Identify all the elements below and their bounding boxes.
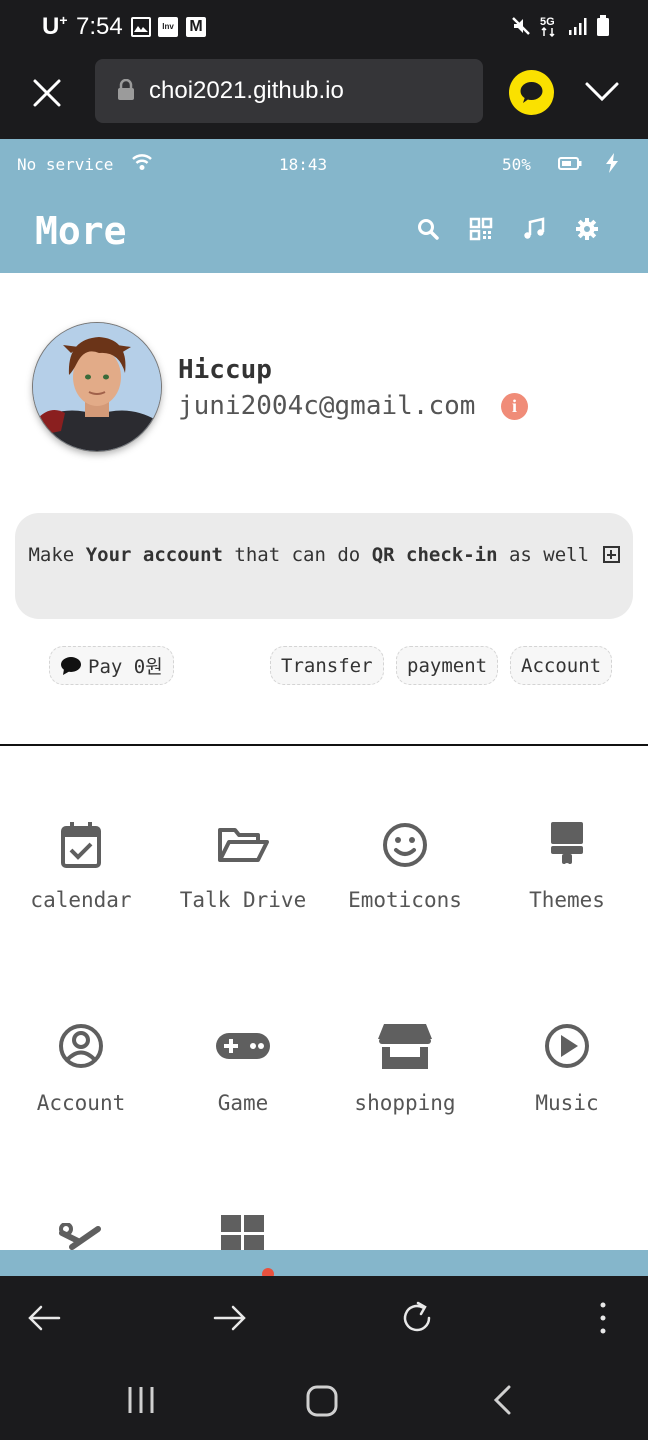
calendar-check-icon [61, 822, 101, 868]
pay-balance: Pay 0원 [88, 656, 163, 678]
notification-dot [262, 1268, 274, 1276]
browser-toolbar [0, 1276, 648, 1359]
page-clock: 18:43 [279, 155, 328, 174]
banner-bold-text: QR check-in [371, 544, 498, 566]
avatar[interactable] [33, 323, 161, 451]
qr-checkin-banner[interactable]: Make Your account that can do QR check-i… [15, 513, 633, 619]
back-icon[interactable] [490, 1384, 514, 1416]
menu-item-label: Themes [529, 888, 605, 912]
banner-text: that can do [222, 544, 372, 566]
lock-icon [118, 79, 134, 100]
inv-notification-icon: Inv [158, 17, 178, 37]
menu-item-game[interactable]: Game [162, 1015, 324, 1125]
music-note-icon[interactable] [522, 217, 546, 241]
system-clock: 7:54 [76, 13, 123, 40]
folder-open-icon [218, 828, 269, 862]
more-options-icon[interactable] [594, 1300, 612, 1336]
paint-brush-icon [551, 822, 583, 869]
kakaotalk-icon[interactable] [509, 70, 554, 115]
payment-label: payment [407, 654, 488, 677]
banner-text: Make [28, 544, 86, 566]
forward-arrow-icon[interactable] [212, 1300, 248, 1336]
svg-text:5G: 5G [540, 16, 555, 28]
transfer-label: Transfer [281, 654, 373, 677]
payment-chip[interactable]: payment [396, 646, 499, 685]
plus-square-icon[interactable] [602, 546, 620, 563]
battery-icon [558, 157, 582, 170]
browser-url-bar: choi2021.github.io [0, 56, 648, 139]
web-page: No service 18:43 50% More Hiccup juni200… [0, 139, 648, 1276]
mute-icon [512, 17, 530, 35]
gallery-notification-icon [131, 17, 151, 37]
menu-item-shopping[interactable]: shopping [324, 1015, 486, 1125]
menu-item-label: Account [36, 1091, 126, 1115]
close-icon[interactable] [30, 76, 64, 110]
menu-item-calendar[interactable]: calendar [0, 812, 162, 922]
settings-gear-icon[interactable] [575, 217, 599, 241]
network-status: No service [17, 155, 114, 174]
gamepad-icon [216, 1033, 270, 1059]
gmail-notification-icon: M [186, 17, 206, 37]
user-circle-icon [59, 1024, 103, 1068]
account-chip[interactable]: Account [510, 646, 613, 685]
pay-chip[interactable]: Pay 0원 [49, 646, 174, 685]
page-status-bar: No service 18:43 50% [0, 139, 648, 189]
android-nav-bar [0, 1359, 648, 1440]
system-status-bar: U+ 7:54 Inv M 5G [0, 0, 648, 56]
page-header: More [0, 189, 648, 273]
banner-bold-text: Your account [85, 544, 223, 566]
info-icon[interactable]: i [501, 393, 528, 420]
account-label: Account [521, 654, 602, 677]
wifi-icon [132, 154, 152, 170]
search-icon[interactable] [416, 217, 440, 241]
battery-icon [597, 15, 609, 36]
menu-item-label: Game [217, 1091, 269, 1115]
store-icon [378, 1024, 432, 1069]
qr-code-icon[interactable] [469, 217, 493, 241]
profile-name: Hiccup [178, 355, 272, 385]
page-tab-bar [0, 1250, 648, 1276]
signal-icon [569, 18, 587, 35]
back-arrow-icon[interactable] [26, 1300, 62, 1336]
menu-item-label: calendar [30, 888, 132, 912]
refresh-icon[interactable] [399, 1300, 435, 1336]
menu-item-emoticons[interactable]: Emoticons [324, 812, 486, 922]
chevron-down-icon[interactable] [584, 80, 620, 104]
menu-item-label: Talk Drive [179, 888, 307, 912]
profile-email: juni2004c@gmail.com [178, 391, 476, 421]
smile-icon [383, 823, 427, 867]
carrier-label: U+ [42, 12, 68, 40]
charging-bolt-icon [606, 153, 618, 173]
menu-item-account[interactable]: Account [0, 1015, 162, 1125]
scissors-icon[interactable] [58, 1223, 104, 1253]
battery-percent: 50% [502, 155, 531, 174]
menu-item-label: Music [535, 1091, 599, 1115]
home-icon[interactable] [305, 1384, 339, 1418]
5g-icon: 5G [540, 16, 555, 38]
transfer-chip[interactable]: Transfer [270, 646, 384, 685]
menu-item-label: Emoticons [348, 888, 462, 912]
grid-icon[interactable] [220, 1214, 266, 1254]
section-divider [0, 744, 648, 746]
banner-text: as well [497, 544, 590, 566]
menu-item-label: shopping [354, 1091, 456, 1115]
menu-item-themes[interactable]: Themes [486, 812, 648, 922]
recent-apps-icon[interactable] [125, 1384, 157, 1416]
speech-bubble-icon [61, 656, 81, 675]
url-text: choi2021.github.io [149, 77, 344, 104]
menu-item-talk-drive[interactable]: Talk Drive [162, 812, 324, 922]
status-icons: 5G [510, 14, 610, 38]
address-bar[interactable]: choi2021.github.io [95, 59, 483, 123]
play-circle-icon [545, 1024, 589, 1068]
menu-item-music[interactable]: Music [486, 1015, 648, 1125]
page-title: More [35, 209, 127, 253]
